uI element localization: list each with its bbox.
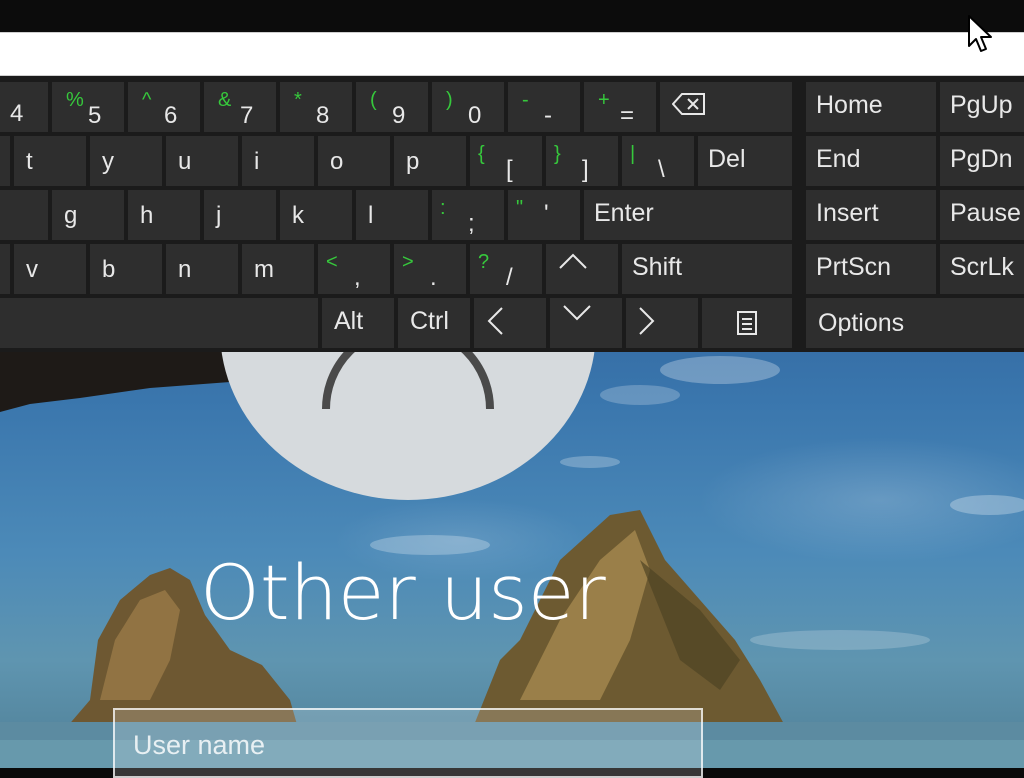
loading-spinner-icon [322,345,494,410]
pgdn-key[interactable]: PgDn [940,136,1024,186]
key-v[interactable]: v [14,244,86,294]
key-j[interactable]: j [204,190,276,240]
key-9[interactable]: ( 9 [356,82,428,132]
alt-key[interactable]: Alt [322,298,394,348]
key-backslash[interactable]: | \ [622,136,694,186]
key-l[interactable]: l [356,190,428,240]
arrow-down-key[interactable] [550,298,622,348]
arrow-right-icon [639,307,655,335]
key-close-bracket[interactable]: } ] [546,136,618,186]
key-y[interactable]: y [90,136,162,186]
key-i[interactable]: i [242,136,314,186]
key-fragment-left-2[interactable] [0,190,48,240]
prtscn-key[interactable]: PrtScn [806,244,936,294]
arrow-up-key[interactable] [546,244,618,294]
key-open-bracket[interactable]: { [ [470,136,542,186]
key-0[interactable]: ) 0 [432,82,504,132]
key-comma[interactable]: < , [318,244,390,294]
key-o[interactable]: o [318,136,390,186]
key-quote[interactable]: " ' [508,190,580,240]
home-key[interactable]: Home [806,82,936,132]
enter-key[interactable]: Enter [584,190,792,240]
end-key[interactable]: End [806,136,936,186]
insert-key[interactable]: Insert [806,190,936,240]
arrow-left-icon [487,307,503,335]
user-name-title: Other user [200,548,606,637]
arrow-up-icon [559,253,587,269]
key-p[interactable]: p [394,136,466,186]
pause-key[interactable]: Pause [940,190,1024,240]
key-8[interactable]: * 8 [280,82,352,132]
key-slash[interactable]: ? / [470,244,542,294]
key-7[interactable]: & 7 [204,82,276,132]
arrow-left-key[interactable] [474,298,546,348]
shift-key[interactable]: Shift [622,244,792,294]
key-b[interactable]: b [90,244,162,294]
mouse-cursor-icon [968,15,992,52]
top-dark-strip [0,0,1024,34]
key-u[interactable]: u [166,136,238,186]
key-g[interactable]: g [52,190,124,240]
key-equals[interactable]: + = [584,82,656,132]
options-key[interactable]: Options [806,298,1024,348]
key-period[interactable]: > . [394,244,466,294]
key-6[interactable]: ^ 6 [128,82,200,132]
key-4[interactable]: 4 [0,82,48,132]
ctrl-key[interactable]: Ctrl [398,298,470,348]
menu-key[interactable] [702,298,792,348]
key-fragment-left[interactable] [0,136,10,186]
address-bar[interactable] [0,32,1024,76]
backspace-icon [672,93,705,115]
key-k[interactable]: k [280,190,352,240]
key-t[interactable]: t [14,136,86,186]
key-fragment-left-3[interactable] [0,244,10,294]
key-m[interactable]: m [242,244,314,294]
menu-key-icon [737,311,757,335]
key-minus[interactable]: - - [508,82,580,132]
pgup-key[interactable]: PgUp [940,82,1024,132]
key-h[interactable]: h [128,190,200,240]
scrlk-key[interactable]: ScrLk [940,244,1024,294]
space-key[interactable] [0,298,318,348]
key-n[interactable]: n [166,244,238,294]
arrow-right-key[interactable] [626,298,698,348]
on-screen-keyboard: 4 % 5 ^ 6 & 7 * 8 ( 9 ) 0 - - + = t y u … [0,76,1024,352]
del-key[interactable]: Del [698,136,792,186]
key-5[interactable]: % 5 [52,82,124,132]
key-semicolon[interactable]: : ; [432,190,504,240]
backspace-key[interactable] [660,82,792,132]
arrow-down-icon [563,305,591,321]
username-placeholder: User name [133,730,266,760]
